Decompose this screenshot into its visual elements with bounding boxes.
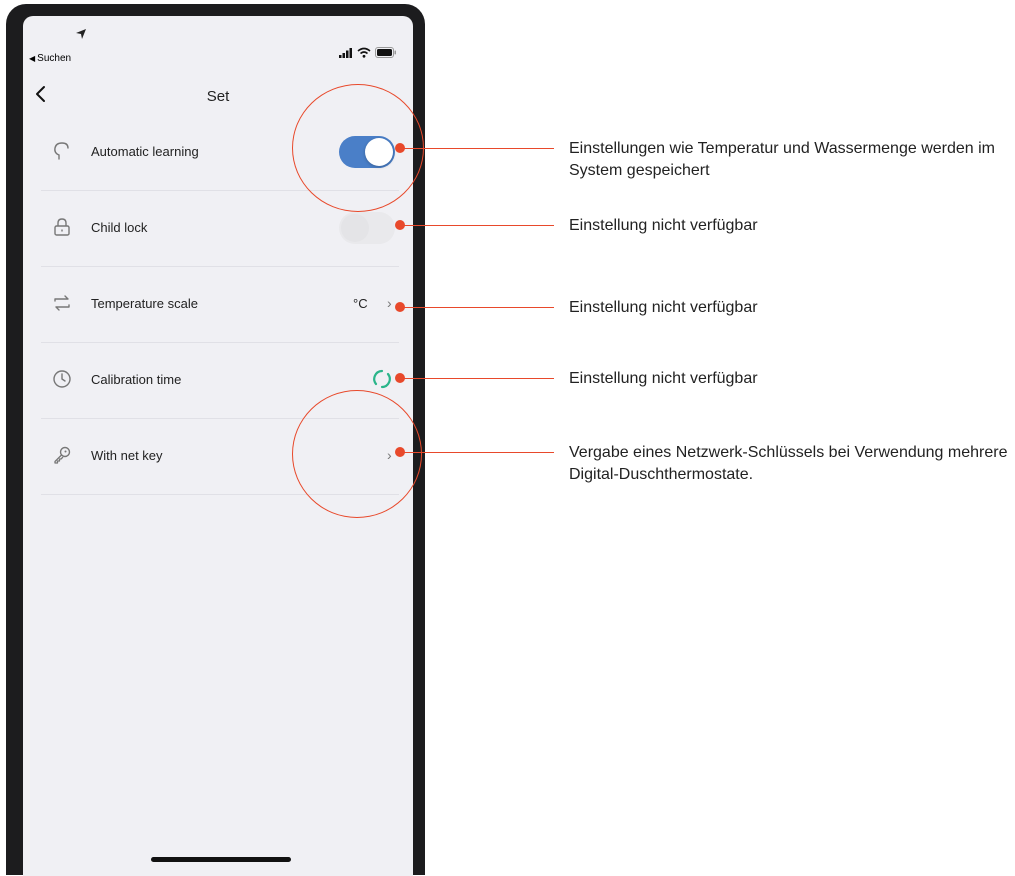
lock-icon <box>54 218 70 236</box>
setting-label: Child lock <box>91 220 148 235</box>
swap-icon <box>54 295 70 311</box>
annotation-text: Einstellung nicht verfügbar <box>569 217 758 234</box>
head-icon <box>54 142 69 160</box>
annotation-line <box>404 225 554 226</box>
back-triangle-icon: ◀ <box>29 54 36 63</box>
clock-icon <box>53 370 71 388</box>
key-icon <box>54 446 71 464</box>
annotation-line <box>404 378 554 379</box>
battery-icon <box>375 47 396 58</box>
home-indicator <box>151 857 291 862</box>
status-icons <box>339 47 397 58</box>
location-arrow-icon <box>76 29 86 39</box>
chevron-right-icon: › <box>387 295 392 311</box>
temperature-unit-value: °C <box>353 296 368 311</box>
annotation-line <box>404 307 554 308</box>
setting-label: Calibration time <box>91 372 182 387</box>
annotation-line <box>404 452 554 453</box>
signal-icon <box>339 48 352 58</box>
setting-label: Automatic learning <box>91 144 199 159</box>
annotation-line <box>404 148 554 149</box>
child-lock-toggle[interactable] <box>339 212 395 244</box>
annotation-text: Vergabe eines Netzwerk-Schlüssels bei Ve… <box>569 444 1008 483</box>
back-to-app-link[interactable]: ◀ Suchen <box>29 53 71 64</box>
setting-row-temperature-scale[interactable]: Temperature scale °C › <box>23 266 413 342</box>
wifi-icon <box>357 47 371 58</box>
back-app-label: Suchen <box>37 53 72 64</box>
annotation-text: Einstellung nicht verfügbar <box>569 370 758 387</box>
loading-spinner-icon <box>373 369 391 389</box>
toggle-knob <box>341 214 369 242</box>
annotation-text: Einstellungen wie Temperatur und Wasserm… <box>569 140 995 179</box>
setting-label: Temperature scale <box>91 296 198 311</box>
setting-label: With net key <box>91 448 163 463</box>
annotation-text: Einstellung nicht verfügbar <box>569 299 758 316</box>
